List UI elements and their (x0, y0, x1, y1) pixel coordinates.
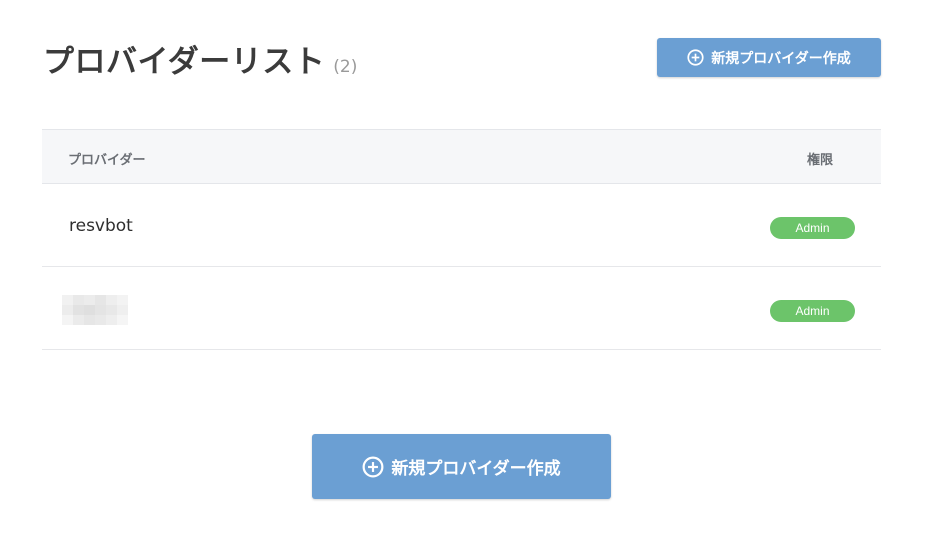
provider-list-page: プロバイダーリスト (2) 新規プロバイダー作成 プロバイダー 権限 resvb… (0, 0, 928, 536)
role-badge: Admin (770, 217, 855, 239)
role-badge: Admin (770, 300, 855, 322)
redacted-provider-name (62, 295, 128, 325)
provider-name[interactable]: resvbot (69, 216, 133, 236)
table-row[interactable]: Admin (42, 267, 881, 350)
create-provider-button-bottom[interactable]: 新規プロバイダー作成 (312, 434, 611, 499)
page-title: プロバイダーリスト (43, 44, 326, 80)
column-header-role: 権限 (806, 153, 833, 168)
table-row[interactable]: resvbot Admin (42, 184, 881, 267)
create-provider-button-top[interactable]: 新規プロバイダー作成 (657, 38, 881, 77)
table-header: プロバイダー 権限 (42, 129, 881, 184)
page-header: プロバイダーリスト (2) (43, 36, 357, 81)
create-provider-label: 新規プロバイダー作成 (391, 459, 561, 479)
plus-circle-icon (687, 49, 704, 66)
column-header-provider: プロバイダー (68, 153, 146, 168)
plus-circle-icon (362, 456, 384, 478)
create-provider-label: 新規プロバイダー作成 (711, 50, 851, 67)
provider-table: プロバイダー 権限 resvbot Admin Admin (42, 129, 881, 350)
provider-count: (2) (333, 57, 358, 77)
